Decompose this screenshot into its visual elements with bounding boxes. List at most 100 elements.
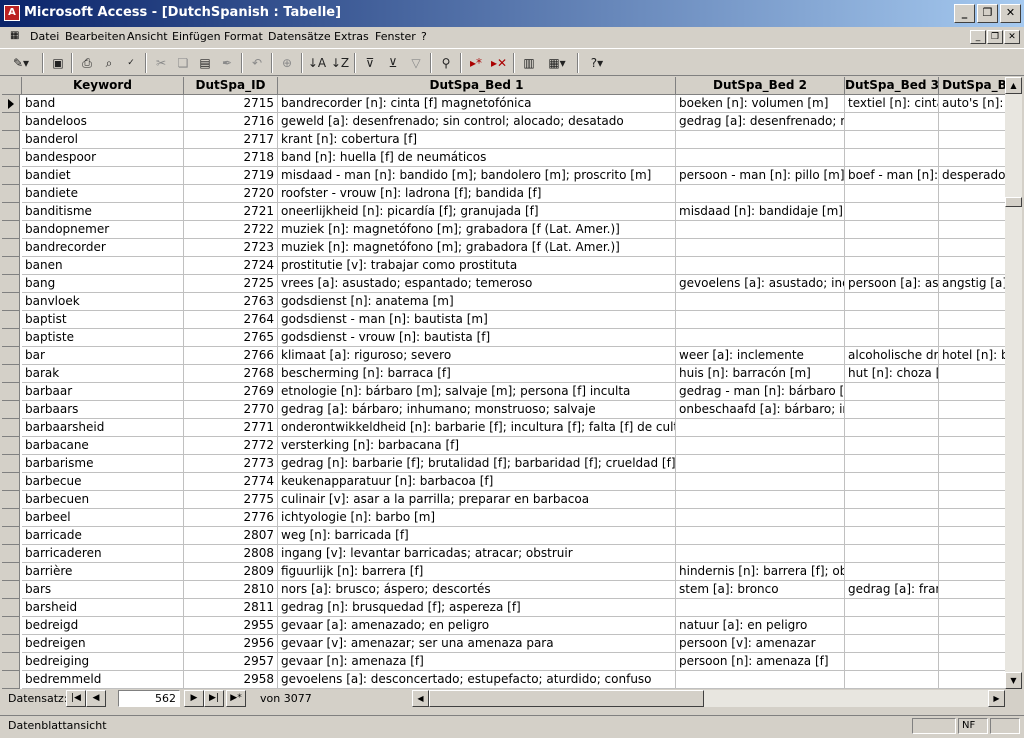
cell-bed3[interactable] bbox=[845, 419, 939, 437]
table-row[interactable]: bang 2725 vrees [a]: asustado; espantado; … bbox=[2, 275, 1005, 293]
cell-bed3[interactable] bbox=[845, 437, 939, 455]
cell-bed3[interactable] bbox=[845, 527, 939, 545]
record-selector[interactable] bbox=[2, 239, 20, 257]
view-icon[interactable]: ✎▾ bbox=[6, 53, 36, 73]
cell-bed2[interactable] bbox=[676, 293, 845, 311]
scroll-right-arrow-icon[interactable]: ▶ bbox=[988, 690, 1005, 707]
cell-id[interactable]: 2809 bbox=[184, 563, 278, 581]
new-record-nav-icon[interactable]: ▶* bbox=[226, 690, 246, 707]
table-row[interactable]: baptiste 2765 godsdienst - vrouw [n]: baut… bbox=[2, 329, 1005, 347]
cell-bed4[interactable] bbox=[939, 527, 1005, 545]
horizontal-scroll-thumb[interactable] bbox=[429, 690, 704, 707]
cell-id[interactable]: 2771 bbox=[184, 419, 278, 437]
cell-bed1[interactable]: gevaar [a]: amenazado; en peligro bbox=[278, 617, 676, 635]
cell-bed1[interactable]: gedrag [n]: brusquedad [f]; aspereza [f] bbox=[278, 599, 676, 617]
record-selector[interactable] bbox=[2, 221, 20, 239]
cell-bed4[interactable] bbox=[939, 617, 1005, 635]
cell-bed4[interactable]: desperado bbox=[939, 167, 1005, 185]
cell-bed2[interactable] bbox=[676, 437, 845, 455]
hyperlink-icon[interactable]: ⊕ bbox=[277, 53, 297, 73]
format-painter-icon[interactable]: ✒ bbox=[217, 53, 237, 73]
cell-bed2[interactable]: misdaad [n]: bandidaje [m]; b bbox=[676, 203, 845, 221]
table-row[interactable]: bandeloos 2716 geweld [a]: desenfrenado; s… bbox=[2, 113, 1005, 131]
cell-bed1[interactable]: gedrag [a]: bárbaro; inhumano; monstruos… bbox=[278, 401, 676, 419]
cell-bed1[interactable]: bescherming [n]: barraca [f] bbox=[278, 365, 676, 383]
record-selector[interactable] bbox=[2, 329, 20, 347]
cell-bed3[interactable] bbox=[845, 185, 939, 203]
cell-bed2[interactable] bbox=[676, 509, 845, 527]
cell-bed4[interactable] bbox=[939, 131, 1005, 149]
record-selector[interactable] bbox=[2, 671, 20, 689]
table-row[interactable]: bars 2810 nors [a]: brusco; áspero; descor… bbox=[2, 581, 1005, 599]
cell-keyword[interactable]: bandrecorder bbox=[22, 239, 184, 257]
cell-bed2[interactable] bbox=[676, 257, 845, 275]
cell-bed4[interactable] bbox=[939, 293, 1005, 311]
menu-bearbeiten[interactable]: Bearbeiten bbox=[65, 30, 125, 43]
cell-bed3[interactable] bbox=[845, 257, 939, 275]
cell-bed2[interactable]: gedrag - man [n]: bárbaro [m bbox=[676, 383, 845, 401]
cell-bed3[interactable] bbox=[845, 563, 939, 581]
cell-bed4[interactable] bbox=[939, 473, 1005, 491]
cell-bed1[interactable]: nors [a]: brusco; áspero; descortés bbox=[278, 581, 676, 599]
cell-keyword[interactable]: baptist bbox=[22, 311, 184, 329]
table-row[interactable]: barbaarsheid 2771 onderontwikkeldheid [n]:… bbox=[2, 419, 1005, 437]
cell-bed4[interactable] bbox=[939, 185, 1005, 203]
cell-bed3[interactable] bbox=[845, 509, 939, 527]
cell-bed1[interactable]: gevoelens [a]: desconcertado; estupefact… bbox=[278, 671, 676, 689]
cell-bed4[interactable] bbox=[939, 671, 1005, 689]
cell-id[interactable]: 2720 bbox=[184, 185, 278, 203]
record-selector[interactable] bbox=[2, 365, 20, 383]
access-app-icon[interactable]: A bbox=[4, 5, 20, 21]
cell-bed1[interactable]: roofster - vrouw [n]: ladrona [f]; bandi… bbox=[278, 185, 676, 203]
cell-id[interactable]: 2957 bbox=[184, 653, 278, 671]
table-row[interactable]: bedreigen 2956 gevaar [v]: amenazar; ser u… bbox=[2, 635, 1005, 653]
menu-datei[interactable]: Datei bbox=[30, 30, 59, 43]
print-icon[interactable]: ⎙ bbox=[77, 53, 97, 73]
paste-icon[interactable]: ▤ bbox=[195, 53, 215, 73]
cell-bed3[interactable] bbox=[845, 293, 939, 311]
cell-keyword[interactable]: banen bbox=[22, 257, 184, 275]
menu-ansicht[interactable]: Ansicht bbox=[127, 30, 168, 43]
cell-bed4[interactable] bbox=[939, 545, 1005, 563]
cell-bed1[interactable]: figuurlijk [n]: barrera [f] bbox=[278, 563, 676, 581]
cell-id[interactable]: 2764 bbox=[184, 311, 278, 329]
cell-bed4[interactable] bbox=[939, 365, 1005, 383]
column-header-bed4[interactable]: DutSpa_Be bbox=[939, 77, 1005, 95]
cell-id[interactable]: 2716 bbox=[184, 113, 278, 131]
cell-bed4[interactable] bbox=[939, 491, 1005, 509]
cell-bed1[interactable]: keukenapparatuur [n]: barbacoa [f] bbox=[278, 473, 676, 491]
cell-id[interactable]: 2719 bbox=[184, 167, 278, 185]
table-doc-icon[interactable]: ▦ bbox=[10, 30, 19, 41]
record-number-input[interactable]: 562 bbox=[118, 690, 180, 707]
cell-bed1[interactable]: bandrecorder [n]: cinta [f] magnetofónic… bbox=[278, 95, 676, 113]
record-selector[interactable] bbox=[2, 599, 20, 617]
cell-bed4[interactable] bbox=[939, 149, 1005, 167]
column-header-keyword[interactable]: Keyword bbox=[22, 77, 184, 95]
cell-bed1[interactable]: misdaad - man [n]: bandido [m]; bandoler… bbox=[278, 167, 676, 185]
cell-bed3[interactable] bbox=[845, 599, 939, 617]
cell-bed4[interactable] bbox=[939, 203, 1005, 221]
cell-keyword[interactable]: bar bbox=[22, 347, 184, 365]
undo-icon[interactable]: ↶ bbox=[247, 53, 267, 73]
record-selector[interactable] bbox=[2, 149, 20, 167]
cell-bed2[interactable]: hindernis [n]: barrera [f]; obst bbox=[676, 563, 845, 581]
record-selector[interactable] bbox=[2, 347, 20, 365]
copy-icon[interactable]: ❏ bbox=[173, 53, 193, 73]
cell-id[interactable]: 2725 bbox=[184, 275, 278, 293]
cell-bed1[interactable]: weg [n]: barricada [f] bbox=[278, 527, 676, 545]
mdi-restore-button[interactable]: ❐ bbox=[987, 30, 1003, 44]
cell-bed3[interactable]: alcoholische dra bbox=[845, 347, 939, 365]
cell-bed1[interactable]: geweld [a]: desenfrenado; sin control; a… bbox=[278, 113, 676, 131]
cell-bed2[interactable] bbox=[676, 473, 845, 491]
table-row[interactable]: barrière 2809 figuurlijk [n]: barrera [f] h… bbox=[2, 563, 1005, 581]
cell-keyword[interactable]: bedremmeld bbox=[22, 671, 184, 689]
cell-bed1[interactable]: ingang [v]: levantar barricadas; atracar… bbox=[278, 545, 676, 563]
record-selector[interactable] bbox=[2, 563, 20, 581]
cell-keyword[interactable]: barbaars bbox=[22, 401, 184, 419]
cell-keyword[interactable]: barsheid bbox=[22, 599, 184, 617]
menu-format[interactable]: Format bbox=[224, 30, 263, 43]
cell-id[interactable]: 2765 bbox=[184, 329, 278, 347]
cell-id[interactable]: 2776 bbox=[184, 509, 278, 527]
table-row[interactable]: banderol 2717 krant [n]: cobertura [f] bbox=[2, 131, 1005, 149]
record-selector[interactable] bbox=[2, 455, 20, 473]
